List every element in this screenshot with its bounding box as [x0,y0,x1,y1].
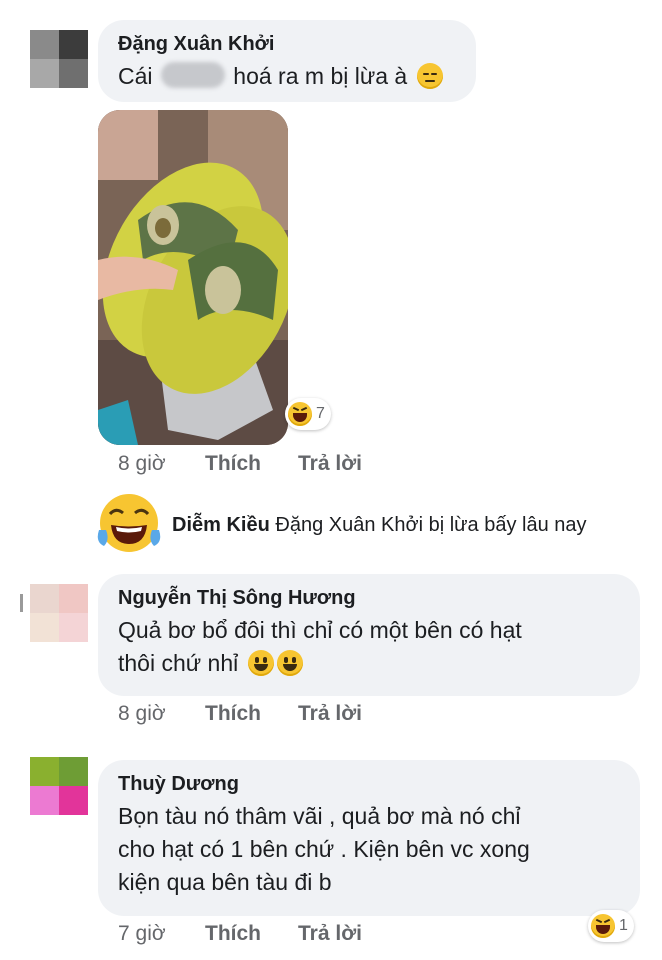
reply-button[interactable]: Trả lời [298,922,362,946]
comment-text: Bọn tàu nó thâm vãi , quả bơ mà nó chỉ c… [118,803,530,895]
avatar[interactable] [30,30,88,88]
comment-time[interactable]: 8 giờ [118,452,166,476]
comment-text: Quả bơ bổ đôi thì chỉ có một bên có hạt … [118,617,522,676]
reaction-count[interactable]: 7 [285,398,331,430]
comment-author[interactable]: Thuỳ Dương [118,772,622,796]
reply-author[interactable]: Diễm Kiều [172,514,270,536]
reply-button[interactable]: Trả lời [298,452,362,476]
reply-mention[interactable]: Đặng Xuân Khởi [275,514,423,536]
comment-time[interactable]: 8 giờ [118,702,166,726]
comment-author[interactable]: Đặng Xuân Khởi [118,32,458,56]
like-button[interactable]: Thích [205,702,261,726]
comment-bubble: Thuỳ Dương Bọn tàu nó thâm vãi , quả bơ … [98,760,640,916]
haha-icon [288,402,312,426]
like-button[interactable]: Thích [205,922,261,946]
comment-actions: 8 giờ Thích Trả lời [0,452,662,480]
green-avocado-slippers-photo [98,110,288,445]
avatar[interactable] [30,757,88,815]
like-button[interactable]: Thích [205,452,261,476]
reply-text: bị lừa bấy lâu nay [428,514,587,536]
grinning-face-icon [247,650,274,676]
comment-author[interactable]: Nguyễn Thị Sông Hương [118,586,622,610]
comment-actions: 8 giờ Thích Trả lời [0,702,662,730]
comment-bubble: Nguyễn Thị Sông Hương Quả bơ bổ đôi thì … [98,574,640,696]
grinning-face-icon [276,650,303,676]
comment-time[interactable]: 7 giờ [118,922,166,946]
avatar[interactable] [30,584,88,642]
reply-button[interactable]: Trả lời [298,702,362,726]
comment-bubble: Đặng Xuân Khởi Cái hoá ra m bị lừa à [98,20,476,102]
blurred-word [160,62,225,88]
pensive-face-icon [416,63,443,89]
tears-of-joy-face-icon [97,494,161,552]
comment-actions: 7 giờ Thích Trả lời [0,922,662,950]
comment-text: Cái hoá ra m bị lừa à [118,60,458,93]
comment-photo[interactable] [98,110,288,445]
reply-preview[interactable]: Diễm Kiều Đặng Xuân Khởi bị lừa bấy lâu … [172,514,587,537]
avatar-edge [20,594,23,612]
